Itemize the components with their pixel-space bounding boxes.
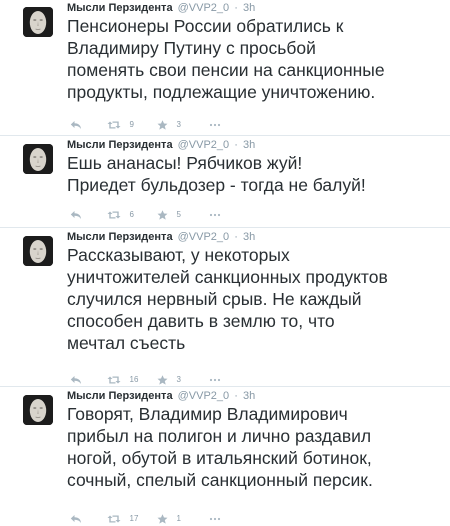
timestamp[interactable]: 3h	[243, 390, 255, 402]
retweet-icon	[107, 376, 121, 384]
star-icon	[157, 209, 168, 220]
retweet-count: 17	[129, 513, 139, 523]
favorite-count: 1	[176, 513, 181, 523]
favorite-count: 5	[176, 209, 181, 219]
star-icon	[157, 119, 168, 130]
more-button[interactable]	[209, 511, 221, 525]
more-button[interactable]	[209, 372, 221, 386]
reply-button[interactable]	[70, 511, 82, 525]
retweet-count: 9	[129, 119, 134, 129]
author-fullname[interactable]: Мысли Перзидента	[67, 231, 173, 243]
author-fullname[interactable]: Мысли Перзидента	[67, 2, 173, 14]
more-dots-icon	[209, 213, 221, 216]
star-icon	[157, 513, 168, 524]
author-username[interactable]: @VVP2_0	[178, 2, 230, 14]
reply-button[interactable]	[70, 117, 82, 131]
tweet-text: Ешь ананасы! Рябчиков жуй! Приедет бульд…	[67, 153, 366, 195]
more-button[interactable]	[209, 117, 221, 131]
favorite-count: 3	[176, 374, 181, 384]
retweet-icon	[107, 515, 121, 523]
retweet-button[interactable]: 9	[107, 117, 134, 131]
tweet-header: Мысли Перзидента @VVP2_0 · 3h	[67, 138, 255, 152]
retweet-button[interactable]: 17	[107, 511, 138, 525]
separator-dot: ·	[234, 390, 238, 402]
retweet-icon	[107, 211, 121, 219]
reply-arrow-icon	[70, 210, 81, 219]
tweet[interactable]: Мысли Перзидента @VVP2_0 · 3h Пенсионеры…	[0, 0, 450, 136]
author-fullname[interactable]: Мысли Перзидента	[67, 390, 173, 402]
separator-dot: ·	[234, 2, 238, 14]
more-dots-icon	[209, 517, 221, 520]
reply-arrow-icon	[70, 120, 81, 129]
reply-button[interactable]	[70, 207, 82, 221]
separator-dot: ·	[234, 139, 238, 151]
favorite-count: 3	[176, 119, 181, 129]
retweet-count: 16	[129, 374, 139, 384]
favorite-button[interactable]: 3	[157, 117, 181, 131]
timestamp[interactable]: 3h	[243, 2, 255, 14]
retweet-count: 6	[129, 209, 134, 219]
avatar[interactable]	[23, 236, 53, 266]
timestamp[interactable]: 3h	[243, 139, 255, 151]
timestamp[interactable]: 3h	[243, 231, 255, 243]
star-icon	[157, 374, 168, 385]
tweet-text: Говорят, Владимир Владимирович прибыл на…	[67, 404, 373, 490]
avatar[interactable]	[23, 7, 53, 37]
tweet[interactable]: Мысли Перзидента @VVP2_0 · 3h Рассказыва…	[0, 229, 450, 387]
tweet-header: Мысли Перзидента @VVP2_0 · 3h	[67, 230, 255, 244]
reply-arrow-icon	[70, 514, 81, 523]
tweet-header: Мысли Перзидента @VVP2_0 · 3h	[67, 389, 255, 403]
favorite-button[interactable]: 5	[157, 207, 181, 221]
retweet-icon	[107, 121, 121, 129]
favorite-button[interactable]: 3	[157, 372, 181, 386]
separator-dot: ·	[234, 231, 238, 243]
avatar[interactable]	[23, 395, 53, 425]
author-username[interactable]: @VVP2_0	[178, 390, 230, 402]
tweet-text: Пенсионеры России обратились к Владимиру…	[67, 16, 385, 102]
more-dots-icon	[209, 378, 221, 381]
more-button[interactable]	[209, 207, 221, 221]
author-username[interactable]: @VVP2_0	[178, 139, 230, 151]
reply-arrow-icon	[70, 375, 81, 384]
tweet-text: Рассказывают, у некоторых уничтожителей …	[67, 245, 388, 353]
avatar[interactable]	[23, 144, 53, 174]
retweet-button[interactable]: 16	[107, 372, 138, 386]
reply-button[interactable]	[70, 372, 82, 386]
author-fullname[interactable]: Мысли Перзидента	[67, 139, 173, 151]
author-username[interactable]: @VVP2_0	[178, 231, 230, 243]
retweet-button[interactable]: 6	[107, 207, 134, 221]
more-dots-icon	[209, 123, 221, 126]
tweet-header: Мысли Перзидента @VVP2_0 · 3h	[67, 1, 255, 15]
tweet[interactable]: Мысли Перзидента @VVP2_0 · 3h Ешь ананас…	[0, 137, 450, 228]
tweet-feed: Мысли Перзидента @VVP2_0 · 3h Пенсионеры…	[0, 0, 450, 526]
tweet[interactable]: Мысли Перзидента @VVP2_0 · 3h Говорят, В…	[0, 388, 450, 526]
favorite-button[interactable]: 1	[157, 511, 181, 525]
